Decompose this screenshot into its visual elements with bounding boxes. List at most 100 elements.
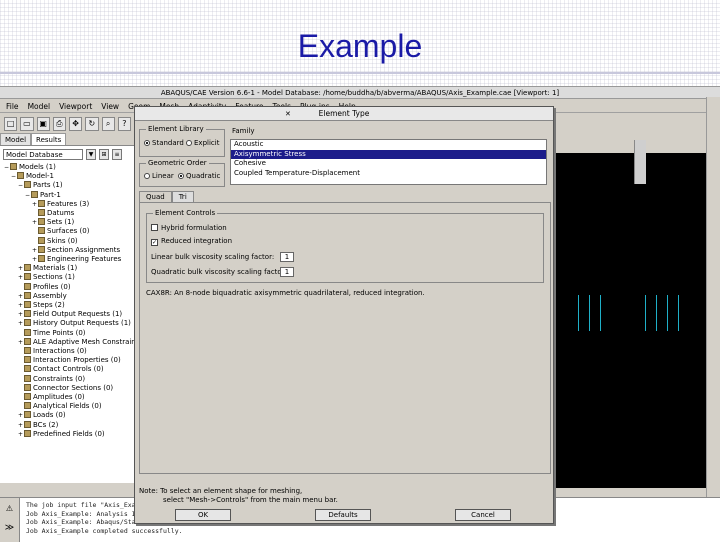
tree-item-label: Skins (0) bbox=[47, 236, 78, 245]
tree-combo[interactable]: Model Database ▼ ⊞ ≡ bbox=[3, 149, 131, 160]
dialog-titlebar: ✕ Element Type bbox=[135, 107, 553, 121]
prompt-icon[interactable]: ≫ bbox=[0, 523, 19, 533]
tree-node-icon bbox=[24, 337, 31, 345]
radio-on-icon[interactable] bbox=[144, 140, 150, 146]
tree-item[interactable]: + Materials (1) bbox=[4, 264, 134, 273]
slide-title: Example bbox=[297, 28, 423, 64]
checkmark-icon[interactable]: ✓ bbox=[151, 239, 158, 246]
family-item-selected[interactable]: Axisymmetric Stress bbox=[231, 149, 546, 159]
dialog-note: Note: To select an element shape for mes… bbox=[139, 487, 338, 505]
tree-item[interactable]: + Assembly bbox=[4, 291, 134, 301]
tree-item[interactable]: + Sections (1) bbox=[4, 273, 134, 282]
tree-item[interactable]: − Model-1 bbox=[4, 172, 134, 181]
tree-item[interactable]: + Sets (1) bbox=[4, 218, 134, 227]
element-type-dialog: ✕ Element Type Element Library Standard … bbox=[134, 106, 646, 524]
menu-item-view[interactable]: View bbox=[101, 100, 119, 112]
order-quadratic-radio[interactable]: Quadratic bbox=[178, 172, 220, 181]
tree-item[interactable]: + ALE Adaptive Mesh Constraints bbox=[4, 337, 134, 347]
tree-item-label: Predefined Fields (0) bbox=[33, 429, 105, 438]
tree-item[interactable]: Datums bbox=[4, 209, 134, 218]
order-linear-radio[interactable]: Linear bbox=[144, 172, 174, 181]
hybrid-checkbox[interactable]: Hybrid formulation bbox=[151, 224, 227, 233]
move-icon[interactable]: ✥ bbox=[69, 117, 83, 131]
tree-combo-value[interactable]: Model Database bbox=[3, 149, 83, 160]
tree-options-icon[interactable]: ≡ bbox=[112, 149, 122, 160]
library-standard-radio[interactable]: Standard bbox=[144, 139, 184, 148]
tree-item[interactable]: + History Output Requests (1) bbox=[4, 319, 134, 328]
tree-item-label: Engineering Features bbox=[47, 255, 122, 264]
quadratic-scaling-field[interactable]: 1 bbox=[280, 267, 294, 277]
save-icon[interactable]: ▣ bbox=[36, 117, 50, 131]
radio-on-icon[interactable] bbox=[178, 173, 184, 179]
tree-item[interactable]: Contact Controls (0) bbox=[4, 365, 134, 374]
tree-item-label: Surfaces (0) bbox=[47, 227, 90, 236]
tree-item[interactable]: Profiles (0) bbox=[4, 282, 134, 292]
title-divider bbox=[0, 72, 720, 74]
dialog-buttons: OK Defaults Cancel bbox=[135, 509, 553, 523]
tree-item[interactable]: + Steps (2) bbox=[4, 301, 134, 310]
library-explicit-radio[interactable]: Explicit bbox=[186, 139, 219, 148]
cancel-button[interactable]: Cancel bbox=[455, 509, 511, 521]
radio-off-icon[interactable] bbox=[144, 173, 150, 179]
tree-item[interactable]: Surfaces (0) bbox=[4, 227, 134, 236]
ok-button[interactable]: OK bbox=[175, 509, 231, 521]
tree-item[interactable]: Analytical Fields (0) bbox=[4, 402, 134, 411]
new-icon[interactable]: □ bbox=[4, 117, 18, 131]
chevron-down-icon[interactable]: ▼ bbox=[86, 149, 96, 160]
tree-item[interactable]: Skins (0) bbox=[4, 236, 134, 246]
tree-item[interactable]: Constraints (0) bbox=[4, 374, 134, 384]
menu-item-file[interactable]: File bbox=[6, 100, 19, 112]
linear-scaling-field[interactable]: 1 bbox=[280, 252, 294, 262]
family-scrollbar[interactable] bbox=[634, 140, 646, 184]
tree-item-label: Interaction Properties (0) bbox=[33, 356, 121, 365]
tree-item[interactable]: Time Points (0) bbox=[4, 328, 134, 338]
close-icon[interactable]: ✕ bbox=[285, 107, 291, 121]
radio-off-icon[interactable] bbox=[186, 140, 192, 146]
tree-item-label: Sections (1) bbox=[33, 273, 75, 282]
geometric-order-group: Geometric Order Linear Quadratic bbox=[139, 159, 225, 187]
filter-icon[interactable]: ⊞ bbox=[99, 149, 109, 160]
checkbox-empty-icon[interactable] bbox=[151, 224, 158, 231]
mesh-line bbox=[656, 295, 657, 331]
reduced-integration-checkbox[interactable]: ✓ Reduced integration bbox=[151, 237, 232, 246]
linear-scaling-label: Linear bulk viscosity scaling factor: bbox=[151, 253, 275, 261]
tree-item[interactable]: − Part-1 bbox=[4, 190, 134, 200]
tab-model[interactable]: Model bbox=[0, 133, 32, 145]
tree-item[interactable]: Interactions (0) bbox=[4, 347, 134, 356]
print-icon[interactable]: ⎙ bbox=[52, 117, 66, 131]
tree-node-icon bbox=[24, 181, 31, 189]
tree-item[interactable]: + Field Output Requests (1) bbox=[4, 310, 134, 319]
family-list[interactable]: Acoustic Axisymmetric Stress Cohesive Co… bbox=[230, 139, 646, 185]
tree-item[interactable]: + Engineering Features bbox=[4, 255, 134, 264]
tab-quad[interactable]: Quad bbox=[139, 191, 172, 202]
tree-item[interactable]: + BCs (2) bbox=[4, 420, 134, 430]
family-item[interactable]: Cohesive bbox=[231, 159, 546, 169]
menu-item-viewport[interactable]: Viewport bbox=[59, 100, 92, 112]
tree-node-icon bbox=[38, 236, 45, 244]
warning-icon[interactable]: ⚠ bbox=[0, 504, 19, 513]
tree-item[interactable]: Amplitudes (0) bbox=[4, 393, 134, 402]
tree-node-icon bbox=[38, 227, 45, 235]
zoom-icon[interactable]: ⌕ bbox=[101, 117, 115, 131]
query-icon[interactable]: ? bbox=[117, 117, 131, 131]
tree-item[interactable]: + Features (3) bbox=[4, 199, 134, 209]
rotate-icon[interactable]: ↻ bbox=[85, 117, 99, 131]
family-item[interactable]: Acoustic bbox=[231, 140, 546, 150]
tab-results[interactable]: Results bbox=[31, 133, 67, 145]
shape-tabs: Quad Tri bbox=[139, 191, 194, 202]
tab-tri[interactable]: Tri bbox=[171, 191, 194, 202]
family-item[interactable]: Coupled Temperature-Displacement bbox=[231, 169, 546, 179]
open-icon[interactable]: ▭ bbox=[20, 117, 34, 131]
model-tree: − Models (1) − Model-1− Parts (1) − Part-1 + Fea… bbox=[0, 163, 134, 439]
tree-item[interactable]: Connector Sections (0) bbox=[4, 383, 134, 393]
tree-node-icon bbox=[24, 310, 31, 318]
tree-item[interactable]: − Models (1) bbox=[4, 163, 134, 172]
tree-item[interactable]: + Loads (0) bbox=[4, 411, 134, 420]
tree-item[interactable]: − Parts (1) bbox=[4, 181, 134, 190]
tree-item[interactable]: + Section Assignments bbox=[4, 245, 134, 255]
tree-item[interactable]: Interaction Properties (0) bbox=[4, 356, 134, 365]
defaults-button[interactable]: Defaults bbox=[315, 509, 371, 521]
menu-item-model[interactable]: Model bbox=[28, 100, 51, 112]
tree-item[interactable]: + Predefined Fields (0) bbox=[4, 429, 134, 439]
tree-item-label: Connector Sections (0) bbox=[33, 383, 114, 392]
